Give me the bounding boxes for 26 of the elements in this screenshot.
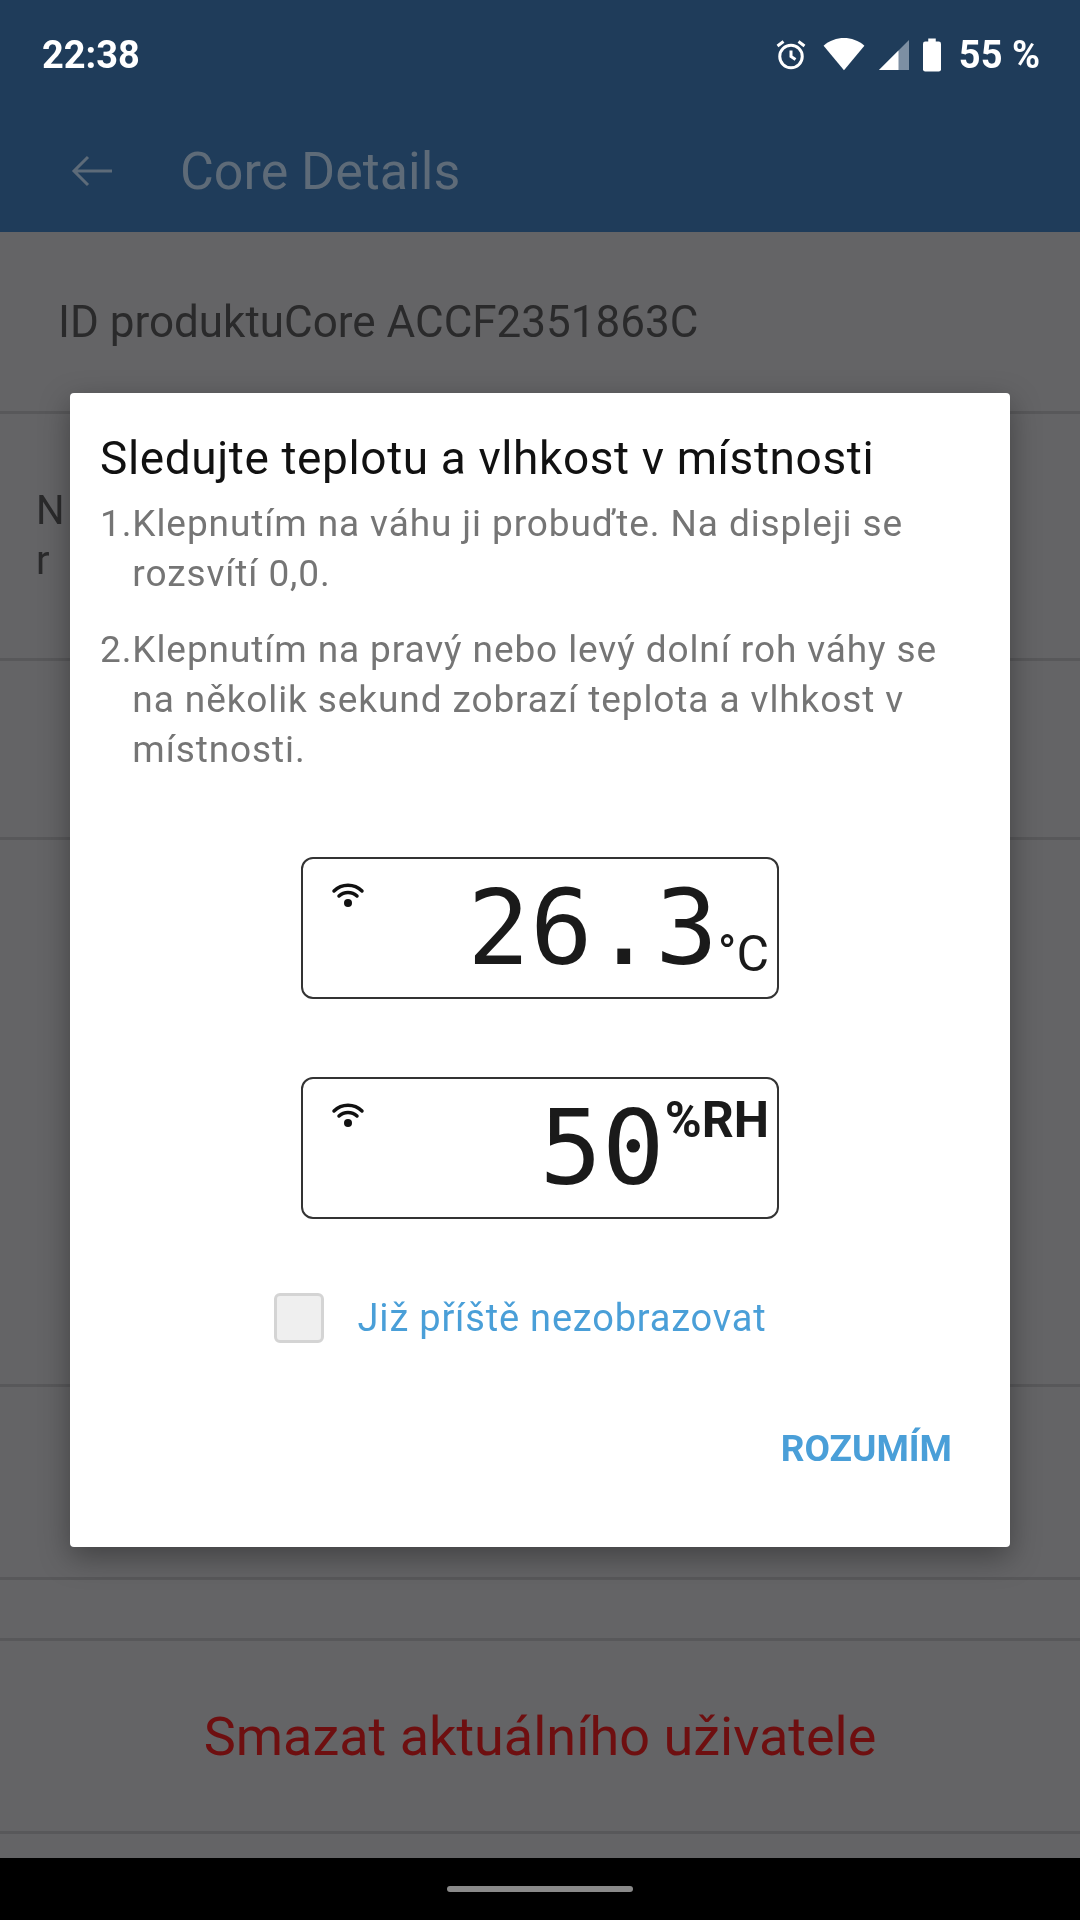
lcd-unit: °C: [717, 925, 769, 983]
lcd-reading: 26.3: [467, 876, 718, 980]
wifi-icon: [822, 38, 865, 72]
confirm-button[interactable]: ROZUMÍM: [752, 1417, 980, 1480]
step-text: Klepnutím na váhu ji probuďte. Na displeji se rozsvítí 0,0.: [132, 501, 904, 597]
battery-percent: 55 %: [958, 33, 1040, 77]
dialog-title: Sledujte teplotu a vlhkost v místnosti: [100, 431, 876, 485]
checkbox[interactable]: [273, 1293, 324, 1343]
lcd-reading: 50: [539, 1096, 665, 1200]
step-text: Klepnutím na pravý nebo levý dolní roh váhy se na několik sekund zobrazí teplota a vlhkost v místnosti.: [132, 627, 939, 773]
delete-user-button[interactable]: Smazat aktuálního uživatele: [203, 1704, 877, 1768]
step-number: 1.: [100, 501, 133, 547]
lcd-unit: %RH: [664, 1091, 769, 1149]
home-handle[interactable]: [447, 1886, 633, 1892]
battery-icon: [922, 38, 941, 72]
wifi-icon: [331, 1101, 365, 1129]
wifi-icon: [331, 881, 365, 909]
list-item-text: N: [36, 486, 65, 536]
step-number: 2.: [100, 627, 133, 673]
status-time: 22:38: [42, 33, 140, 77]
product-id-text: ID produktuCore ACCF2351863C: [58, 295, 700, 348]
screen-title: Core Details: [180, 140, 461, 202]
checkbox-label[interactable]: Již příště nezobrazovat: [357, 1296, 767, 1340]
list-item-text: r: [36, 536, 50, 586]
back-arrow-icon[interactable]: [70, 154, 114, 188]
signal-icon: [878, 40, 909, 70]
